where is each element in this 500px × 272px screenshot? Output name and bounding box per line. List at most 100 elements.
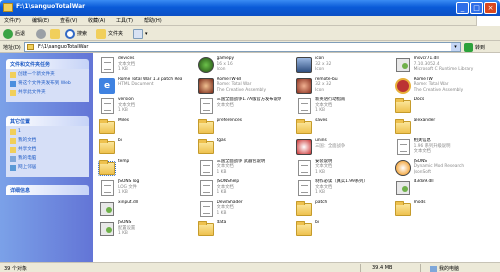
file-item[interactable]: DevilShader 文本文档 1 KB bbox=[198, 200, 282, 220]
file-name: data bbox=[216, 220, 227, 225]
file-item[interactable]: icon 32 x 32 Icon bbox=[296, 56, 380, 76]
search-label: 搜索 bbox=[77, 31, 88, 37]
place-network[interactable]: 网上邻居 bbox=[10, 165, 86, 171]
windows-logo-icon bbox=[476, 16, 500, 26]
application-icon bbox=[394, 77, 411, 94]
file-item[interactable]: JSONS Dynamic Mod Research JsonSoft bbox=[394, 159, 479, 179]
file-size: Icon bbox=[216, 67, 226, 73]
views-button[interactable]: ▾ bbox=[133, 28, 148, 39]
file-name: patch bbox=[315, 199, 328, 205]
dll-file-icon bbox=[100, 201, 114, 216]
file-item[interactable]: RomeTW-BI Rome: Total War The Creative Ass… bbox=[197, 77, 282, 97]
maximize-button[interactable]: □ bbox=[470, 2, 483, 14]
other-places-title[interactable]: 其它位置 bbox=[6, 116, 89, 126]
file-item[interactable]: version 文本文档 1 KB bbox=[99, 97, 183, 117]
file-item[interactable]: preferences bbox=[197, 118, 282, 138]
dll-file-icon bbox=[395, 181, 410, 195]
up-button[interactable] bbox=[50, 28, 60, 39]
network-icon bbox=[10, 165, 16, 171]
place-shared-documents[interactable]: 共享文档 bbox=[10, 147, 86, 153]
file-tasks-title[interactable]: 文件和文件夹任务 bbox=[6, 59, 89, 69]
search-button[interactable]: 搜索 bbox=[65, 28, 87, 39]
text-document-icon bbox=[101, 98, 114, 114]
text-document-icon bbox=[101, 57, 114, 73]
other-places-panel: 其它位置 1 我的文档 共享文档 我的电脑 网上邻居 bbox=[6, 116, 89, 177]
file-size: 文本文档 bbox=[413, 149, 431, 155]
file-item[interactable]: Docs bbox=[394, 97, 479, 117]
file-item[interactable]: bi bbox=[296, 220, 380, 240]
dll-file-icon bbox=[395, 58, 410, 72]
computer-icon bbox=[430, 265, 437, 272]
address-label: 地址(D) bbox=[3, 45, 21, 51]
file-item[interactable]: devices 文本文档 1 KB bbox=[99, 56, 183, 76]
views-icon bbox=[133, 28, 143, 39]
file-item[interactable]: gamepy 16 x 16 Icon bbox=[197, 56, 282, 76]
file-size: 1 KB bbox=[216, 169, 227, 175]
file-item[interactable]: 三国全面战争1.7A版官方发布说明 文本文档 bbox=[198, 97, 282, 117]
menu-favorites[interactable]: 收藏(A) bbox=[88, 17, 105, 24]
warrior-icon bbox=[197, 77, 214, 94]
file-item[interactable]: xinput.dll bbox=[99, 200, 183, 220]
menu-edit[interactable]: 编辑(E) bbox=[32, 17, 49, 24]
task-new-folder[interactable]: 创建一个新文件夹 bbox=[10, 72, 86, 78]
file-name: xinput.dll bbox=[118, 199, 139, 205]
details-title[interactable]: 详细信息 bbox=[6, 185, 89, 195]
file-item[interactable]: saves bbox=[296, 118, 380, 138]
forward-button[interactable] bbox=[36, 28, 46, 39]
file-item[interactable]: 制作必读（真实1.99系列） 文本文档 1 KB bbox=[296, 179, 380, 199]
menu-tools[interactable]: 工具(T) bbox=[116, 17, 133, 24]
file-item[interactable]: msvcr71.dll 7.10.3052.4 Microsoft C Runtim… bbox=[395, 56, 479, 76]
file-item[interactable]: patch bbox=[296, 200, 380, 220]
file-item[interactable]: 相关信息 1.96 系列升级说明 文本文档 bbox=[395, 138, 479, 158]
go-button[interactable]: 转到 bbox=[464, 42, 496, 52]
file-item[interactable]: temp bbox=[98, 159, 183, 179]
file-size: Icon bbox=[315, 87, 325, 93]
folder-icon bbox=[394, 200, 411, 216]
folder-icon bbox=[99, 118, 115, 134]
file-item[interactable]: JSONS log LOG 文件 1 KB bbox=[99, 179, 183, 199]
address-input[interactable]: F:\1\sanguoTotalWar ▾ bbox=[24, 42, 461, 52]
task-publish-web[interactable]: 将这个文件夹发布到 Web bbox=[10, 81, 86, 87]
file-item[interactable]: 新英语行动指南 文本文档 1 KB bbox=[296, 97, 380, 117]
documents-icon bbox=[10, 138, 16, 144]
back-button[interactable]: 后退 bbox=[3, 28, 25, 39]
file-item[interactable]: RomeTW Rome: Total War The Creative Assemb… bbox=[394, 77, 479, 97]
text-document-icon bbox=[396, 139, 410, 155]
file-name: alexander bbox=[413, 117, 436, 123]
file-size: 1 KB bbox=[118, 190, 128, 196]
file-item[interactable]: 安装说明 文本文档 1 KB bbox=[296, 159, 380, 179]
place-my-computer[interactable]: 我的电脑 bbox=[10, 156, 86, 162]
place-my-documents[interactable]: 我的文档 bbox=[10, 138, 86, 144]
folders-icon bbox=[96, 28, 106, 39]
file-type: HTML Document bbox=[118, 82, 154, 88]
close-button[interactable]: × bbox=[484, 2, 497, 14]
place-1[interactable]: 1 bbox=[10, 129, 86, 135]
file-item[interactable]: JSONShelp 文本文档 1 KB bbox=[198, 179, 282, 199]
chevron-down-icon[interactable]: ▾ bbox=[451, 43, 460, 51]
file-size: JsonSoft bbox=[413, 169, 432, 175]
file-item[interactable]: mods bbox=[394, 200, 479, 220]
text-document-icon bbox=[101, 180, 114, 196]
toolbar: 后退 搜索 文件夹 ▾ bbox=[0, 26, 500, 41]
folder-icon bbox=[98, 159, 116, 176]
file-item[interactable]: bi bbox=[99, 138, 183, 158]
file-item[interactable]: unins 三国：全面战争 bbox=[296, 138, 380, 158]
file-item[interactable]: tgas bbox=[197, 138, 282, 158]
file-item[interactable]: remote-bu 32 x 32 Icon bbox=[296, 77, 380, 97]
file-item[interactable]: data bbox=[197, 220, 282, 240]
text-document-icon bbox=[199, 180, 213, 196]
file-item[interactable]: eRome Total War 1.3 patch Read me ENGHTM… bbox=[99, 77, 183, 97]
file-item[interactable]: alexander bbox=[394, 117, 479, 138]
menu-help[interactable]: 帮助(H) bbox=[144, 17, 162, 24]
file-tasks-panel: 文件和文件夹任务 创建一个新文件夹 将这个文件夹发布到 Web 共享此文件夹 bbox=[6, 59, 89, 102]
file-item[interactable]: JSONS 配置设置 1 KB bbox=[99, 220, 183, 240]
title-bar[interactable]: F:\1\sanguoTotalWar _ □ × bbox=[0, 0, 500, 16]
menu-file[interactable]: 文件(F) bbox=[4, 17, 21, 24]
folders-button[interactable]: 文件夹 bbox=[96, 28, 123, 39]
menu-view[interactable]: 查看(V) bbox=[60, 17, 77, 24]
minimize-button[interactable]: _ bbox=[456, 2, 469, 14]
file-item[interactable]: 三国全面战争 武器包说明 文本文档 1 KB bbox=[198, 159, 282, 179]
task-share-folder[interactable]: 共享此文件夹 bbox=[10, 90, 86, 96]
file-item[interactable]: d3dx9.dll bbox=[395, 179, 479, 199]
file-item[interactable]: Miles bbox=[99, 118, 183, 138]
